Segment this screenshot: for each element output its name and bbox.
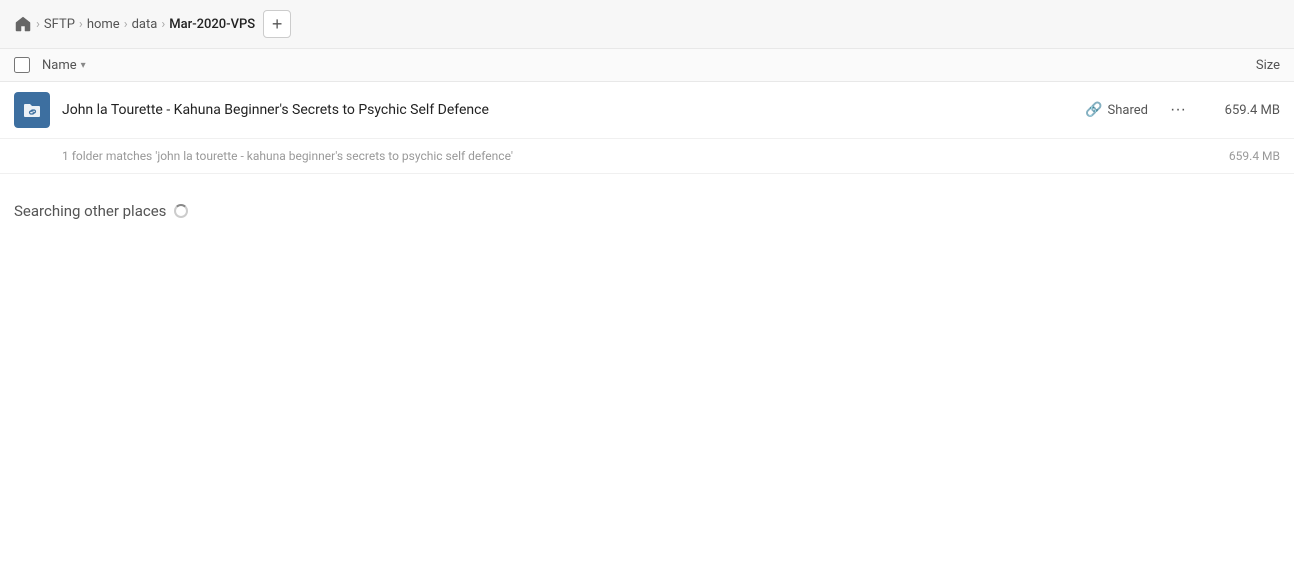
breadcrumb-data[interactable]: data: [132, 17, 158, 32]
match-info: 1 folder matches 'john la tourette - kah…: [0, 139, 1294, 174]
column-header: Name ▾ Size: [0, 49, 1294, 82]
name-column-header[interactable]: Name ▾: [42, 58, 86, 73]
match-size: 659.4 MB: [1229, 149, 1280, 163]
file-row[interactable]: John la Tourette - Kahuna Beginner's Sec…: [0, 82, 1294, 139]
shared-link-icon: 🔗: [1085, 102, 1102, 118]
file-icon-container: [14, 92, 50, 128]
add-tab-button[interactable]: +: [263, 10, 291, 38]
more-options-button[interactable]: ···: [1164, 96, 1192, 124]
breadcrumb-sep-2: ›: [79, 17, 83, 32]
searching-label: Searching other places: [14, 202, 166, 220]
size-column-header: Size: [1256, 58, 1280, 73]
breadcrumb-sep-4: ›: [161, 17, 165, 32]
file-name: John la Tourette - Kahuna Beginner's Sec…: [62, 102, 1085, 118]
select-all-checkbox[interactable]: [14, 57, 30, 73]
breadcrumb-sftp[interactable]: SFTP: [44, 17, 75, 32]
breadcrumb-mar2020vps[interactable]: Mar-2020-VPS: [169, 17, 255, 32]
home-icon: [14, 15, 32, 33]
match-text: 1 folder matches 'john la tourette - kah…: [62, 149, 513, 163]
shared-badge: 🔗 Shared: [1085, 102, 1148, 118]
breadcrumb-sep-1: ›: [36, 17, 40, 32]
breadcrumb-sep-3: ›: [124, 17, 128, 32]
folder-link-icon: [22, 100, 42, 120]
breadcrumb: › SFTP › home › data › Mar-2020-VPS +: [0, 0, 1294, 49]
loading-spinner: [174, 204, 188, 218]
breadcrumb-home[interactable]: [14, 15, 32, 33]
searching-section: Searching other places: [0, 174, 1294, 234]
sort-arrow-icon: ▾: [81, 60, 86, 71]
breadcrumb-home-dir[interactable]: home: [87, 17, 120, 32]
file-size: 659.4 MB: [1200, 103, 1280, 118]
